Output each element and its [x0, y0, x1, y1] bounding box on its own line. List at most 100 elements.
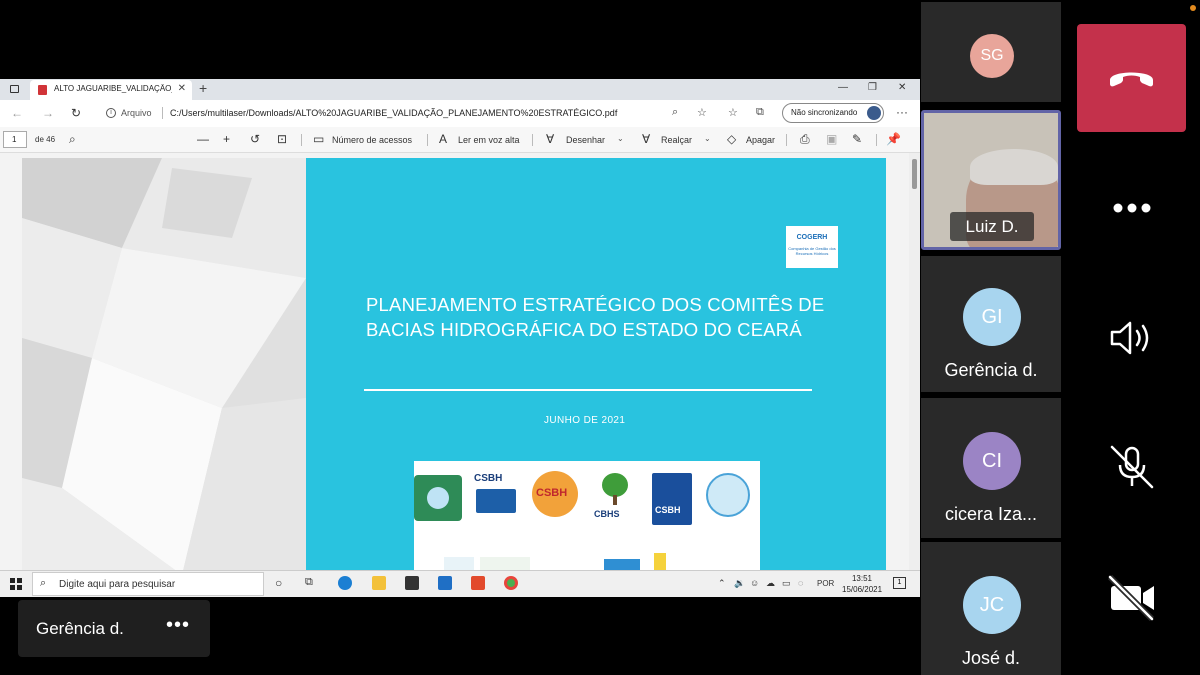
read-aloud-icon[interactable]: A: [439, 132, 447, 146]
browser-menu-icon[interactable]: ···: [896, 105, 908, 119]
close-window-icon[interactable]: ✕: [898, 82, 906, 93]
zoom-icon[interactable]: ⌕: [672, 106, 678, 119]
highlight-icon[interactable]: ∀: [642, 132, 650, 146]
participant-video-tile[interactable]: Luiz D.: [921, 110, 1061, 250]
zoom-out-icon[interactable]: —: [197, 132, 209, 146]
browser-tab-bar: ALTO JAGUARIBE_VALIDAÇÃO_P... ✕ + — ❐ ✕: [0, 79, 920, 100]
page-view-icon[interactable]: ▭: [313, 132, 324, 146]
eraser-icon[interactable]: ◇: [727, 132, 736, 146]
profile-avatar: [867, 106, 881, 120]
onedrive-icon[interactable]: ☁: [766, 578, 775, 589]
collections-icon[interactable]: ⧉: [756, 106, 764, 119]
chrome-icon[interactable]: [504, 576, 518, 590]
notification-center-icon[interactable]: 1: [893, 577, 906, 589]
address-label: Arquivo: [121, 108, 152, 118]
committee-logo: [444, 557, 474, 571]
tab-actions-icon[interactable]: [10, 85, 19, 93]
close-tab-icon[interactable]: ✕: [178, 83, 186, 94]
people-icon[interactable]: ☺: [750, 578, 759, 588]
search-icon[interactable]: ⌕: [69, 132, 76, 147]
participant-initials: GI: [981, 306, 1003, 328]
page-total: de 46: [35, 135, 56, 144]
windows-taskbar: ⌕ Digite aqui para pesquisar ○ ⧉ ⌃ 🔉 ☺ ☁…: [0, 570, 920, 597]
committee-logo: CSBH: [528, 469, 582, 523]
file-explorer-icon[interactable]: [372, 576, 386, 590]
tab-title: ALTO JAGUARIBE_VALIDAÇÃO_P...: [54, 84, 172, 93]
highlight-button[interactable]: Realçar: [661, 135, 692, 145]
document-title: PLANEJAMENTO ESTRATÉGICO DOS COMITÊS DE …: [366, 294, 825, 340]
pin-toolbar-icon[interactable]: 📌: [886, 132, 901, 146]
scrollbar-thumb[interactable]: [912, 159, 917, 189]
info-icon[interactable]: i: [106, 108, 116, 118]
read-aloud-button[interactable]: Ler em voz alta: [458, 135, 520, 145]
forward-icon[interactable]: →: [42, 106, 54, 120]
shared-screen: ALTO JAGUARIBE_VALIDAÇÃO_P... ✕ + — ❐ ✕ …: [0, 79, 920, 597]
logo-label: CBHS: [594, 509, 620, 519]
committee-logo: [702, 471, 754, 525]
more-options-button[interactable]: [1100, 180, 1164, 236]
add-favorite-icon[interactable]: ☆: [697, 106, 707, 119]
erase-button[interactable]: Apagar: [746, 135, 775, 145]
committee-logo: CSBH: [470, 471, 522, 523]
microphone-button[interactable]: [1100, 439, 1164, 495]
windows-start-icon[interactable]: [10, 578, 22, 590]
refresh-icon[interactable]: ↻: [71, 106, 81, 120]
draw-icon[interactable]: ∀: [546, 132, 554, 146]
show-hidden-icons-icon[interactable]: ⌃: [718, 578, 726, 589]
logo-subtext: Companhia de Gestão dos Recursos Hídrico…: [788, 246, 836, 256]
meeting-window: ALTO JAGUARIBE_VALIDAÇÃO_P... ✕ + — ❐ ✕ …: [0, 0, 1200, 675]
participant-avatar: GI: [963, 288, 1021, 346]
print-icon[interactable]: ⎙: [800, 132, 810, 147]
back-icon[interactable]: ←: [11, 106, 23, 120]
minimize-icon[interactable]: —: [838, 82, 848, 93]
mail-icon[interactable]: [438, 576, 452, 590]
participant-tile[interactable]: JC José d.: [921, 542, 1061, 675]
zoom-in-icon[interactable]: +: [223, 132, 230, 146]
save-icon[interactable]: ▣: [826, 132, 837, 146]
page-background-texture: [22, 158, 306, 575]
volume-icon[interactable]: 🔉: [734, 578, 745, 589]
battery-icon[interactable]: ▭: [782, 578, 791, 589]
taskbar-search[interactable]: ⌕ Digite aqui para pesquisar: [32, 572, 264, 596]
participant-name: Luiz D.: [950, 212, 1034, 241]
draw-chevron-icon[interactable]: ⌄: [617, 134, 624, 143]
favorites-icon[interactable]: ☆: [728, 106, 738, 119]
store-icon[interactable]: [405, 576, 419, 590]
restore-icon[interactable]: ❐: [868, 82, 877, 93]
highlight-chevron-icon[interactable]: ⌄: [704, 134, 711, 143]
microphone-muted-icon: [1110, 445, 1154, 489]
office-icon[interactable]: [471, 576, 485, 590]
access-button[interactable]: Número de acessos: [332, 135, 412, 145]
fit-page-icon[interactable]: ⊡: [277, 132, 287, 146]
browser-tab[interactable]: ALTO JAGUARIBE_VALIDAÇÃO_P... ✕: [30, 80, 192, 100]
profile-sync-button[interactable]: Não sincronizando: [782, 103, 884, 123]
vertical-scrollbar[interactable]: [909, 153, 920, 575]
camera-button[interactable]: [1100, 569, 1164, 625]
participant-avatar: JC: [963, 576, 1021, 634]
more-options-icon[interactable]: •••: [166, 614, 190, 637]
participant-tile[interactable]: GI Gerência d.: [921, 256, 1061, 392]
geometric-pattern-image: [22, 158, 306, 575]
leave-call-button[interactable]: [1077, 24, 1186, 132]
presenter-label[interactable]: Gerência d. •••: [18, 600, 210, 657]
draw-button[interactable]: Desenhar: [566, 135, 605, 145]
taskbar-clock[interactable]: 13:51 15/06/2021: [842, 573, 882, 595]
task-view-icon[interactable]: ⧉: [305, 576, 313, 589]
network-icon[interactable]: ◌: [798, 578, 803, 588]
language-indicator[interactable]: POR: [817, 579, 834, 588]
participant-name: cicera Iza...: [944, 504, 1038, 524]
save-as-icon[interactable]: ✎: [852, 132, 862, 146]
participant-initials: CI: [982, 450, 1002, 472]
cogerh-logo: COGERH Companhia de Gestão dos Recursos …: [786, 226, 838, 268]
speaker-button[interactable]: [1100, 310, 1164, 366]
rotate-icon[interactable]: ↺: [250, 132, 260, 146]
participant-tile[interactable]: SG: [921, 2, 1061, 102]
cortana-icon[interactable]: ○: [275, 576, 282, 590]
edge-icon[interactable]: [338, 576, 352, 590]
participant-tile[interactable]: CI cicera Iza...: [921, 398, 1061, 538]
notification-dot: [1190, 5, 1196, 11]
url-field[interactable]: C:/Users/multilaser/Downloads/ALTO%20JAG…: [170, 108, 617, 118]
logo-label: CSBH: [655, 505, 681, 515]
new-tab-icon[interactable]: +: [199, 80, 207, 96]
page-number-input[interactable]: 1: [3, 131, 27, 148]
